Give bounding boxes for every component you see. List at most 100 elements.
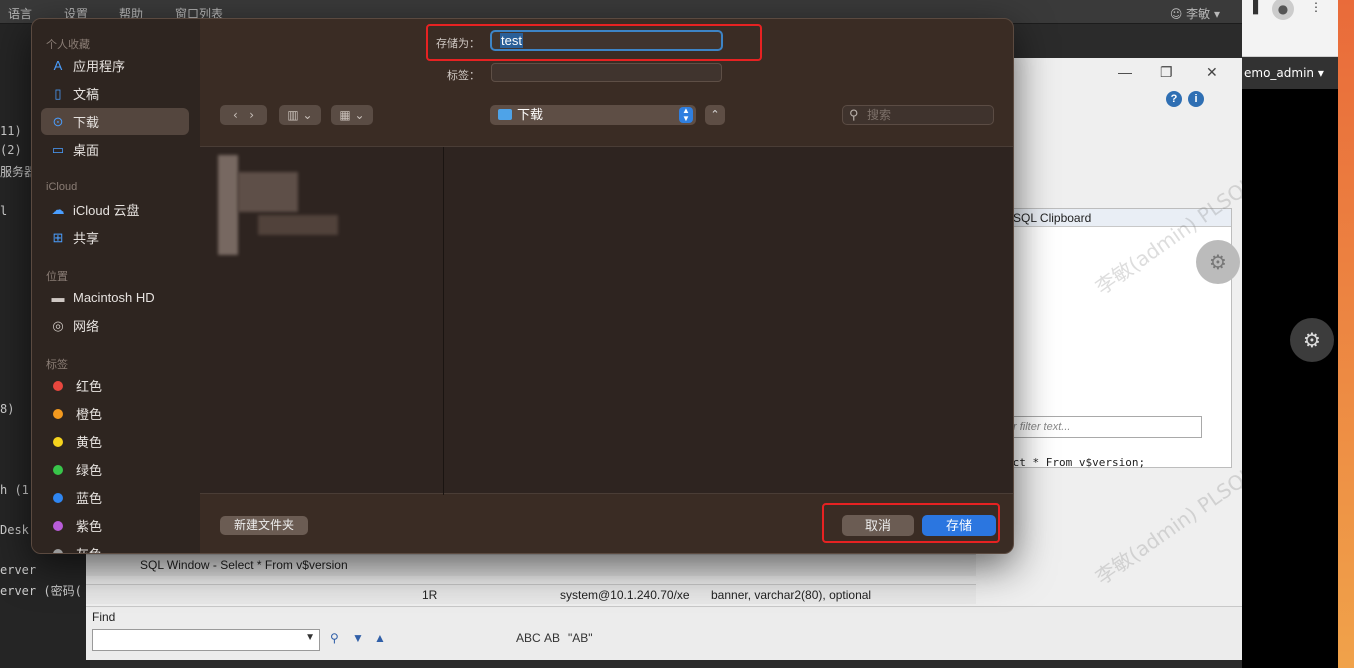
desktop-icon: ▭ bbox=[51, 141, 65, 157]
restore-icon[interactable]: ❐ bbox=[1160, 64, 1173, 81]
browser-user-menu[interactable]: emo_admin ▾ bbox=[1242, 57, 1338, 89]
sidebar-item-label: 黄色 bbox=[76, 435, 103, 450]
sidebar-item-label: 桌面 bbox=[73, 143, 100, 158]
terminal-line: h (1 bbox=[0, 483, 29, 497]
network-icon: ◎ bbox=[52, 317, 64, 333]
tag-dot-icon bbox=[53, 492, 63, 503]
terminal-line: 11) bbox=[0, 124, 22, 138]
quoted-tool[interactable]: "AB" bbox=[568, 631, 593, 645]
save-button[interactable]: 存储 bbox=[922, 515, 996, 536]
sidebar-item-label: 蓝色 bbox=[76, 491, 103, 506]
tag-dot-icon bbox=[53, 408, 63, 419]
sidebar-item-documents[interactable]: ▯ 文稿 bbox=[41, 80, 189, 107]
tags-input[interactable] bbox=[491, 63, 722, 82]
chevron-right-icon[interactable]: › bbox=[249, 108, 254, 122]
orange-edge bbox=[1338, 0, 1354, 668]
grid-icon: ▦ bbox=[339, 108, 351, 122]
columns-icon: ▥ bbox=[287, 108, 299, 122]
whole-word-tool[interactable]: AB bbox=[544, 631, 560, 645]
sidebar-toggle-icon[interactable]: ▐ bbox=[1248, 0, 1258, 15]
browser-user-name: emo_admin bbox=[1244, 66, 1315, 80]
sidebar-tag-red[interactable]: 红色 bbox=[41, 372, 189, 399]
find-input[interactable]: ▼ bbox=[92, 629, 320, 651]
status-connection: system@10.1.240.70/xe bbox=[560, 588, 690, 602]
find-label: Find bbox=[92, 610, 116, 624]
dark-side-panel bbox=[1242, 89, 1338, 668]
user-menu[interactable]: ☺ 李敏 ▾ bbox=[1170, 5, 1220, 22]
blurred-file-list bbox=[218, 155, 238, 255]
search-field[interactable]: ⚲ 搜索 bbox=[842, 105, 994, 125]
disk-icon: ▬ bbox=[51, 290, 65, 305]
sidebar-tag-purple[interactable]: 紫色 bbox=[41, 512, 189, 539]
dialog-footer: 新建文件夹 取消 存储 bbox=[200, 495, 1013, 553]
user-icon: ☺ bbox=[1169, 7, 1187, 21]
location-label: 下载 bbox=[517, 107, 544, 122]
terminal-line: Desk bbox=[0, 523, 29, 537]
sql-preview-text: ect * From v$version; bbox=[1006, 456, 1146, 469]
match-case-tool[interactable]: ABC bbox=[516, 631, 541, 645]
terminal-line: l bbox=[0, 204, 8, 218]
sidebar-item-label: 绿色 bbox=[76, 463, 103, 478]
find-down-icon[interactable]: ▼ bbox=[352, 631, 364, 645]
menu-language[interactable]: 语言 bbox=[8, 5, 32, 22]
file-browser[interactable] bbox=[200, 146, 1013, 495]
sidebar-tag-green[interactable]: 绿色 bbox=[41, 456, 189, 483]
icloud-header: iCloud bbox=[46, 181, 78, 193]
find-toolbar: Find ▼ ⚲ ▼ ▲ ABC AB "AB" bbox=[86, 606, 1242, 660]
gear-icon[interactable]: ⚙ bbox=[1196, 240, 1240, 284]
dialog-main: 存储为： test 标签： ‹ › ▥ ⌄ ▦ ⌄ 下载 ▲▼ ⌃ ⚲ 搜索 bbox=[200, 19, 1013, 553]
save-as-input[interactable]: test bbox=[490, 30, 723, 51]
sidebar-item-label: 下载 bbox=[73, 115, 100, 130]
chevron-up-icon: ⌃ bbox=[710, 108, 720, 121]
save-as-label: 存储为： bbox=[436, 38, 480, 50]
tags-label: 标签： bbox=[447, 70, 480, 82]
sidebar-tag-gray[interactable]: 灰色 bbox=[41, 540, 189, 553]
column-divider[interactable] bbox=[443, 147, 444, 495]
status-column-info: banner, varchar2(80), optional bbox=[711, 588, 872, 602]
group-view-button[interactable]: ▦ ⌄ bbox=[331, 105, 373, 125]
sidebar-tag-orange[interactable]: 橙色 bbox=[41, 400, 189, 427]
filter-input[interactable]: r filter text... bbox=[1006, 416, 1202, 438]
back-forward-buttons[interactable]: ‹ › bbox=[220, 105, 267, 125]
sidebar-item-network[interactable]: ◎ 网络 bbox=[41, 312, 189, 339]
tags-header: 标签 bbox=[46, 359, 68, 371]
find-up-icon[interactable]: ▲ bbox=[374, 631, 386, 645]
terminal-line: erver (密码( bbox=[0, 584, 82, 598]
more-icon[interactable]: ⋮ bbox=[1310, 0, 1322, 14]
folder-icon bbox=[498, 109, 512, 120]
help-icon[interactable]: ? bbox=[1166, 91, 1182, 107]
cancel-button[interactable]: 取消 bbox=[842, 515, 914, 536]
location-popup[interactable]: 下载 ▲ ▼ bbox=[490, 105, 696, 125]
sidebar-item-applications[interactable]: A 应用程序 bbox=[41, 52, 189, 79]
close-icon[interactable]: ✕ bbox=[1206, 64, 1218, 81]
new-folder-button[interactable]: 新建文件夹 bbox=[220, 516, 308, 535]
cloud-icon: ☁ bbox=[51, 201, 65, 217]
info-icon[interactable]: i bbox=[1188, 91, 1204, 107]
sidebar-item-icloud-drive[interactable]: ☁ iCloud 云盘 bbox=[41, 196, 189, 223]
column-view-button[interactable]: ▥ ⌄ bbox=[279, 105, 321, 125]
sidebar-tag-yellow[interactable]: 黄色 bbox=[41, 428, 189, 455]
sql-window-tab[interactable]: SQL Window - Select * From v$version bbox=[86, 554, 976, 576]
sidebar-item-desktop[interactable]: ▭ 桌面 bbox=[41, 136, 189, 163]
profile-icon[interactable]: ● bbox=[1272, 0, 1294, 20]
sidebar-tag-blue[interactable]: 蓝色 bbox=[41, 484, 189, 511]
sidebar-item-downloads[interactable]: ⊙ 下载 bbox=[41, 108, 189, 135]
sidebar-item-shared[interactable]: ⊞ 共享 bbox=[41, 224, 189, 251]
binoculars-icon[interactable]: ⚲ bbox=[330, 631, 339, 645]
tag-dot-icon bbox=[53, 548, 63, 553]
sidebar-item-label: Macintosh HD bbox=[73, 290, 155, 305]
tag-dot-icon bbox=[53, 464, 63, 475]
minimize-icon[interactable]: — bbox=[1118, 64, 1132, 80]
status-bar: 1R system@10.1.240.70/xe banner, varchar… bbox=[86, 584, 976, 604]
collapse-button[interactable]: ⌃ bbox=[705, 105, 725, 125]
sidebar-item-macintosh-hd[interactable]: ▬ Macintosh HD bbox=[41, 284, 189, 311]
gear-icon[interactable]: ⚙ bbox=[1290, 318, 1334, 362]
search-placeholder: 搜索 bbox=[867, 108, 892, 122]
updown-chevron-icon: ▲ ▼ bbox=[679, 107, 693, 123]
chevron-down-icon[interactable]: ▼ bbox=[305, 632, 315, 643]
applications-icon: A bbox=[53, 58, 63, 73]
sidebar-item-label: 紫色 bbox=[76, 519, 103, 534]
terminal-line: (2) bbox=[0, 143, 22, 157]
shared-folder-icon: ⊞ bbox=[52, 229, 64, 245]
chevron-left-icon[interactable]: ‹ bbox=[233, 108, 238, 122]
